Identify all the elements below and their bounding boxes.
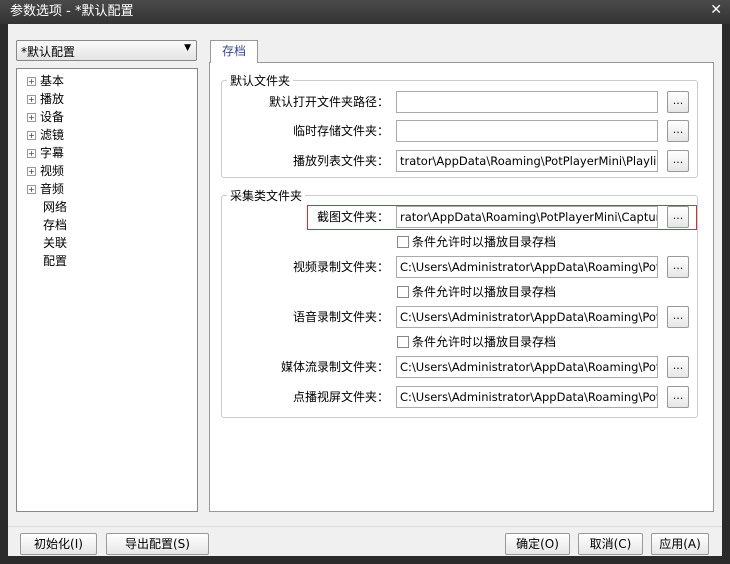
checkbox-icon[interactable]: [397, 336, 409, 348]
tree-item-label: 滤镜: [40, 128, 65, 142]
checkbox-icon[interactable]: [397, 236, 409, 248]
expand-icon[interactable]: +: [27, 167, 36, 176]
chevron-down-icon: ▼: [184, 43, 191, 53]
field-label: 视频录制文件夹：: [292, 260, 389, 274]
expand-icon[interactable]: +: [27, 185, 36, 194]
expand-icon[interactable]: +: [27, 95, 36, 104]
tree-item[interactable]: 网络: [43, 198, 67, 216]
use-playback-dir-checkbox[interactable]: 条件允许时以播放目录存档: [397, 285, 556, 299]
use-playback-dir-checkbox[interactable]: 条件允许时以播放目录存档: [397, 335, 556, 349]
tree-item-label: 基本: [40, 74, 65, 88]
tree-item[interactable]: 配置: [43, 252, 67, 270]
expand-icon[interactable]: +: [27, 113, 36, 122]
folder-input[interactable]: C:\Users\Administrator\AppData\Roaming\P…: [396, 356, 658, 378]
use-playback-dir-checkbox[interactable]: 条件允许时以播放目录存档: [397, 235, 556, 249]
field-label: 语音录制文件夹：: [292, 310, 389, 324]
tree-item-label: 设备: [40, 110, 65, 124]
field-label: 媒体流录制文件夹：: [280, 360, 389, 374]
field-label: 临时存储文件夹：: [292, 124, 389, 138]
export-config-button[interactable]: 导出配置(S): [106, 533, 209, 555]
folder-input[interactable]: C:\Users\Administrator\AppData\Roaming\P…: [396, 386, 658, 408]
default-folders-title: 默认文件夹: [227, 72, 294, 89]
settings-tree[interactable]: + 基本 + 播放 + 设备 + 滤镜 + 字幕 + 视频 + 音频网络存档关联配置: [16, 68, 198, 512]
field-label: 点播视屏文件夹：: [292, 390, 389, 404]
field-label: 默认打开文件夹路径：: [268, 95, 389, 109]
tree-item[interactable]: + 字幕: [27, 144, 64, 162]
tree-item[interactable]: 关联: [43, 234, 67, 252]
highlight-box: [307, 205, 697, 230]
profile-select[interactable]: *默认配置 ▼: [16, 40, 197, 61]
divider: [8, 526, 722, 527]
tree-item[interactable]: + 音频: [27, 180, 64, 198]
tree-item[interactable]: + 基本: [27, 72, 64, 90]
checkbox-icon[interactable]: [397, 286, 409, 298]
tab-archive[interactable]: 存档: [210, 40, 258, 63]
ok-button[interactable]: 确定(O): [505, 533, 570, 555]
cancel-button[interactable]: 取消(C): [578, 533, 643, 555]
tree-item[interactable]: + 播放: [27, 90, 64, 108]
browse-button[interactable]: ...: [667, 386, 689, 408]
apply-button[interactable]: 应用(A): [651, 533, 709, 555]
checkbox-label: 条件允许时以播放目录存档: [412, 285, 557, 299]
tree-item-label: 配置: [43, 254, 68, 268]
folder-input[interactable]: C:\Users\Administrator\AppData\Roaming\P…: [396, 306, 658, 328]
tree-item[interactable]: + 设备: [27, 108, 64, 126]
tree-item-label: 关联: [43, 236, 68, 250]
expand-icon[interactable]: +: [27, 77, 36, 86]
window-title: 参数选项 - *默认配置: [0, 0, 730, 24]
tree-item[interactable]: 存档: [43, 216, 67, 234]
browse-button[interactable]: ...: [667, 120, 689, 142]
tree-item-label: 字幕: [40, 146, 65, 160]
folder-input[interactable]: trator\AppData\Roaming\PotPlayerMini\Pla…: [396, 150, 658, 172]
folder-input[interactable]: C:\Users\Administrator\AppData\Roaming\P…: [396, 256, 658, 278]
folder-input[interactable]: [396, 120, 658, 142]
tree-item[interactable]: + 视频: [27, 162, 64, 180]
browse-button[interactable]: ...: [667, 150, 689, 172]
expand-icon[interactable]: +: [27, 131, 36, 140]
capture-folders-title: 采集类文件夹: [227, 187, 306, 204]
tree-item-label: 网络: [43, 200, 68, 214]
tree-item-label: 音频: [40, 182, 65, 196]
browse-button[interactable]: ...: [667, 256, 689, 278]
tree-item[interactable]: + 滤镜: [27, 126, 64, 144]
close-icon[interactable]: ✕: [710, 2, 722, 18]
expand-icon[interactable]: +: [27, 149, 36, 158]
tree-item-label: 存档: [43, 218, 68, 232]
profile-select-value: *默认配置: [21, 45, 76, 59]
tree-item-label: 视频: [40, 164, 65, 178]
checkbox-label: 条件允许时以播放目录存档: [412, 235, 557, 249]
tree-item-label: 播放: [40, 92, 65, 106]
field-label: 播放列表文件夹：: [292, 154, 389, 168]
checkbox-label: 条件允许时以播放目录存档: [412, 335, 557, 349]
browse-button[interactable]: ...: [667, 356, 689, 378]
initialize-button[interactable]: 初始化(I): [20, 533, 97, 555]
browse-button[interactable]: ...: [667, 91, 689, 113]
folder-input[interactable]: [396, 91, 658, 113]
browse-button[interactable]: ...: [667, 306, 689, 328]
